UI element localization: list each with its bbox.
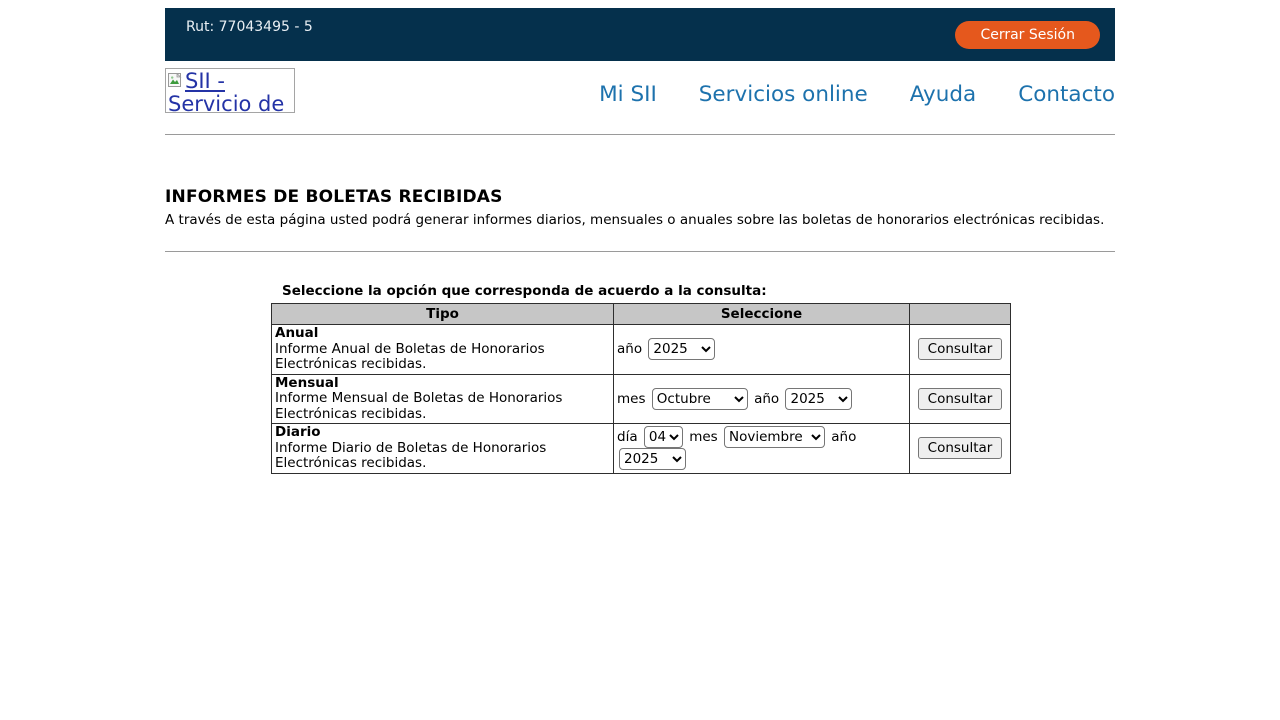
mensual-title: Mensual — [275, 375, 339, 391]
anual-ano-label: año — [617, 341, 642, 357]
diario-ano-select[interactable]: 2025 — [619, 448, 686, 470]
consulta-prompt: Seleccione la opción que corresponda de … — [271, 283, 1115, 299]
consulta-section: Seleccione la opción que corresponda de … — [271, 283, 1115, 474]
consulta-table: Tipo Seleccione Anual Informe Anual de B… — [271, 303, 1011, 474]
nav-link-mi-sii[interactable]: Mi SII — [599, 82, 657, 107]
nav-link-servicios-online[interactable]: Servicios online — [699, 82, 868, 107]
sii-logo-broken-image[interactable]: SII - Servicio de Impuestos Internos — [165, 68, 295, 113]
anual-tipo-cell: Anual Informe Anual de Boletas de Honora… — [272, 325, 614, 375]
diario-button-cell: Consultar — [910, 424, 1011, 474]
anual-consultar-button[interactable]: Consultar — [918, 338, 1003, 360]
diario-consultar-button[interactable]: Consultar — [918, 437, 1003, 459]
table-header-row: Tipo Seleccione — [272, 304, 1011, 325]
diario-dia-select[interactable]: 04 — [644, 426, 683, 448]
table-row-diario: Diario Informe Diario de Boletas de Hono… — [272, 424, 1011, 474]
anual-ano-select[interactable]: 2025 — [648, 338, 715, 360]
mensual-ano-select[interactable]: 2025 — [785, 388, 852, 410]
anual-description: Informe Anual de Boletas de Honorarios E… — [275, 341, 545, 373]
mensual-select-cell: mes Octubre año 2025 — [614, 374, 910, 424]
rut-label: Rut: 77043495 - 5 — [186, 19, 313, 35]
site-header: SII - Servicio de Impuestos Internos Mi … — [165, 61, 1115, 124]
page-title: INFORMES DE BOLETAS RECIBIDAS — [165, 187, 1115, 207]
diario-mes-select[interactable]: Noviembre — [724, 426, 825, 448]
diario-tipo-cell: Diario Informe Diario de Boletas de Hono… — [272, 424, 614, 474]
mensual-description: Informe Mensual de Boletas de Honorarios… — [275, 390, 562, 422]
main-nav: Mi SII Servicios online Ayuda Contacto — [599, 82, 1115, 107]
logo-alt-text: SII - Servicio de Impuestos Internos — [168, 69, 284, 113]
diario-title: Diario — [275, 424, 321, 440]
column-header-seleccione: Seleccione — [614, 304, 910, 325]
diario-description: Informe Diario de Boletas de Honorarios … — [275, 440, 546, 472]
logout-button[interactable]: Cerrar Sesión — [955, 21, 1100, 49]
nav-link-ayuda[interactable]: Ayuda — [910, 82, 976, 107]
main-container: Rut: 77043495 - 5 Cerrar Sesión SII - Se… — [165, 8, 1115, 474]
page-description: A través de esta página usted podrá gene… — [165, 212, 1115, 228]
anual-button-cell: Consultar — [910, 325, 1011, 375]
diario-ano-label: año — [831, 429, 856, 445]
header-divider — [165, 134, 1115, 135]
mensual-button-cell: Consultar — [910, 374, 1011, 424]
column-header-accion — [910, 304, 1011, 325]
table-row-mensual: Mensual Informe Mensual de Boletas de Ho… — [272, 374, 1011, 424]
broken-image-icon — [168, 73, 184, 88]
mensual-tipo-cell: Mensual Informe Mensual de Boletas de Ho… — [272, 374, 614, 424]
mensual-ano-label: año — [754, 391, 779, 407]
anual-select-cell: año 2025 — [614, 325, 910, 375]
diario-mes-label: mes — [689, 429, 718, 445]
anual-title: Anual — [275, 325, 318, 341]
content-divider — [165, 251, 1115, 252]
diario-select-cell: día 04 mes Noviembre año 2025 — [614, 424, 910, 474]
mensual-consultar-button[interactable]: Consultar — [918, 388, 1003, 410]
session-bar: Rut: 77043495 - 5 Cerrar Sesión — [165, 8, 1115, 61]
table-row-anual: Anual Informe Anual de Boletas de Honora… — [272, 325, 1011, 375]
nav-link-contacto[interactable]: Contacto — [1018, 82, 1115, 107]
column-header-tipo: Tipo — [272, 304, 614, 325]
mensual-mes-label: mes — [617, 391, 646, 407]
mensual-mes-select[interactable]: Octubre — [652, 388, 748, 410]
diario-dia-label: día — [617, 429, 638, 445]
